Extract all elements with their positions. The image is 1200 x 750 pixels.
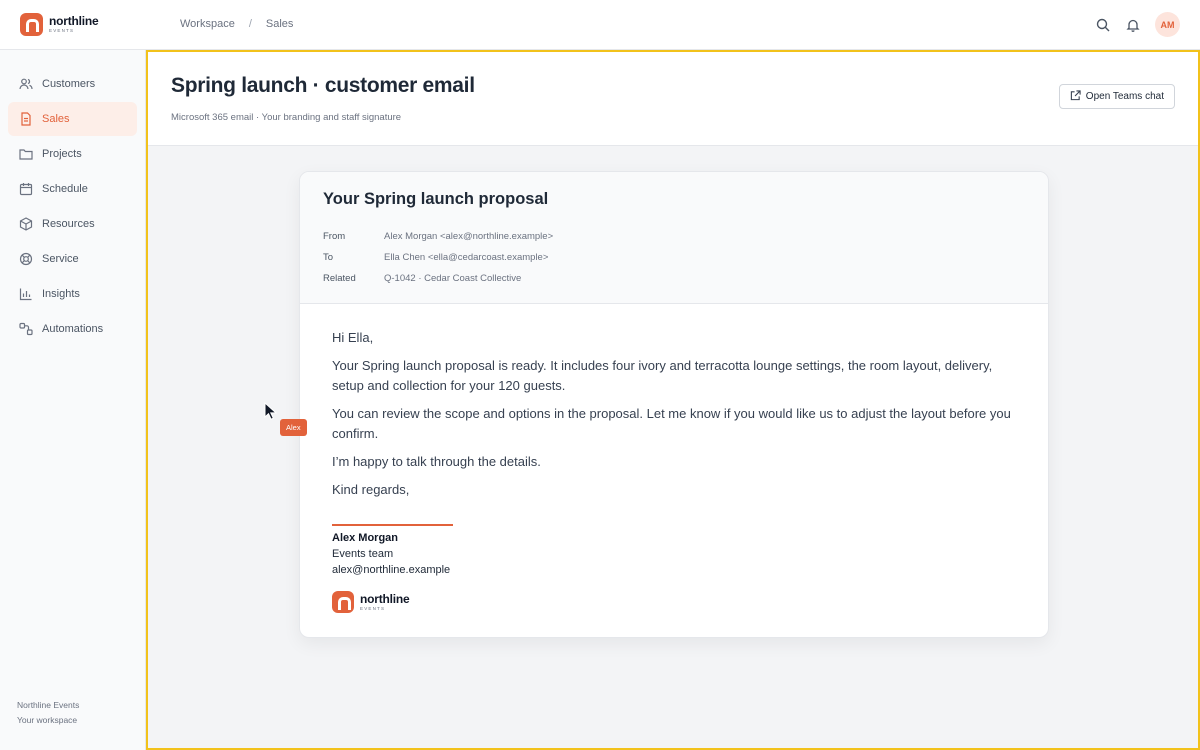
signature-email: alex@northline.example <box>332 564 451 576</box>
calendar-icon <box>19 182 33 196</box>
brand-name: northline <box>360 591 410 606</box>
open-teams-chat-button[interactable]: Open Teams chat <box>1058 84 1175 109</box>
logo-mark-icon <box>332 591 354 613</box>
sidebar-item-schedule[interactable]: Schedule <box>8 172 137 206</box>
signature-logo: northline EVENTS <box>332 591 453 613</box>
sidebar-item-label: Schedule <box>42 183 88 195</box>
meta-label: From <box>323 231 346 242</box>
meta-row-from: From Alex Morgan <alex@northline.example… <box>323 226 553 247</box>
sidebar-item-label: Insights <box>42 288 80 300</box>
main-content: Spring launch · customer email Microsoft… <box>146 50 1200 750</box>
top-bar: northline EVENTS Workspace / Sales AM <box>0 0 1200 50</box>
page-header: Spring launch · customer email Microsoft… <box>148 52 1198 146</box>
sidebar-item-label: Service <box>42 253 79 265</box>
open-teams-chat-label: Open Teams chat <box>1085 91 1164 102</box>
page-subtitle: Microsoft 365 email · Your branding and … <box>171 112 402 123</box>
brand-sub: EVENTS <box>360 605 386 611</box>
email-signature: Alex Morgan Events team alex@northline.e… <box>332 524 453 613</box>
sidebar-item-label: Customers <box>42 78 96 90</box>
brand-sub: EVENTS <box>49 28 75 34</box>
external-link-icon <box>1070 89 1081 104</box>
email-preview: Your Spring launch proposal From Alex Mo… <box>299 171 1049 638</box>
sidebar: Customers Sales Projects Schedule Resour… <box>0 50 146 750</box>
sidebar-item-insights[interactable]: Insights <box>8 277 137 311</box>
meta-label: To <box>323 252 334 263</box>
email-header: Your Spring launch proposal From Alex Mo… <box>300 172 1048 304</box>
sidebar-item-customers[interactable]: Customers <box>8 67 137 101</box>
sidebar-item-automations[interactable]: Automations <box>8 312 137 346</box>
breadcrumb-separator: / <box>248 18 252 30</box>
breadcrumb: Workspace / Sales <box>180 18 293 30</box>
brand-name: northline <box>49 14 99 29</box>
bell-icon[interactable] <box>1125 17 1141 33</box>
logo-mark-icon <box>20 13 43 36</box>
breadcrumb-sales[interactable]: Sales <box>266 18 294 30</box>
sidebar-nav: Customers Sales Projects Schedule Resour… <box>8 67 137 347</box>
workspace-name: Your workspace <box>17 715 78 725</box>
meta-row-to: To Ella Chen <ella@cedarcoast.example> <box>323 247 553 268</box>
workflow-icon <box>19 322 33 336</box>
email-subject: Your Spring launch proposal <box>323 190 549 208</box>
signature-team: Events team <box>332 548 394 560</box>
breadcrumb-workspace[interactable]: Workspace <box>180 18 235 30</box>
search-icon[interactable] <box>1095 17 1111 33</box>
email-greeting: Hi Ella, <box>332 330 374 345</box>
meta-value: Alex Morgan <alex@northline.example> <box>384 231 554 242</box>
org-name: Northline Events <box>17 700 80 710</box>
brand-logo[interactable]: northline EVENTS <box>20 13 99 36</box>
sidebar-item-label: Resources <box>42 218 95 230</box>
sidebar-item-sales[interactable]: Sales <box>8 102 137 136</box>
signature-name: Alex Morgan <box>332 532 399 544</box>
top-actions: AM <box>1095 12 1180 37</box>
users-icon <box>19 77 33 91</box>
document-icon <box>19 112 33 126</box>
lifebuoy-icon <box>19 252 33 266</box>
user-avatar[interactable]: AM <box>1155 12 1180 37</box>
meta-row-related: Related Q-1042 · Cedar Coast Collective <box>323 268 553 289</box>
email-paragraph: Your Spring launch proposal is ready. It… <box>332 358 993 393</box>
cursor-pointer-icon <box>264 401 278 425</box>
email-paragraph: You can review the scope and options in … <box>332 406 1011 441</box>
sidebar-footer: Northline Events Your workspace <box>17 698 79 728</box>
bar-chart-icon <box>19 287 33 301</box>
page-title: Spring launch · customer email <box>171 74 475 97</box>
folder-icon <box>19 147 33 161</box>
email-closing: Kind regards, <box>332 482 410 497</box>
email-meta: From Alex Morgan <alex@northline.example… <box>323 226 553 289</box>
sidebar-item-service[interactable]: Service <box>8 242 137 276</box>
meta-label: Related <box>323 273 356 284</box>
sidebar-item-projects[interactable]: Projects <box>8 137 137 171</box>
sidebar-item-resources[interactable]: Resources <box>8 207 137 241</box>
meta-value: Ella Chen <ella@cedarcoast.example> <box>384 252 549 263</box>
email-body: Hi Ella, Your Spring launch proposal is … <box>332 328 1022 508</box>
meta-value: Q-1042 · Cedar Coast Collective <box>384 273 522 284</box>
cursor-label: Alex <box>280 419 307 436</box>
sidebar-item-label: Sales <box>42 113 70 125</box>
email-paragraph: I’m happy to talk through the details. <box>332 454 541 469</box>
box-icon <box>19 217 33 231</box>
sidebar-item-label: Automations <box>42 323 104 335</box>
signature-divider <box>332 524 453 526</box>
sidebar-item-label: Projects <box>42 148 82 160</box>
